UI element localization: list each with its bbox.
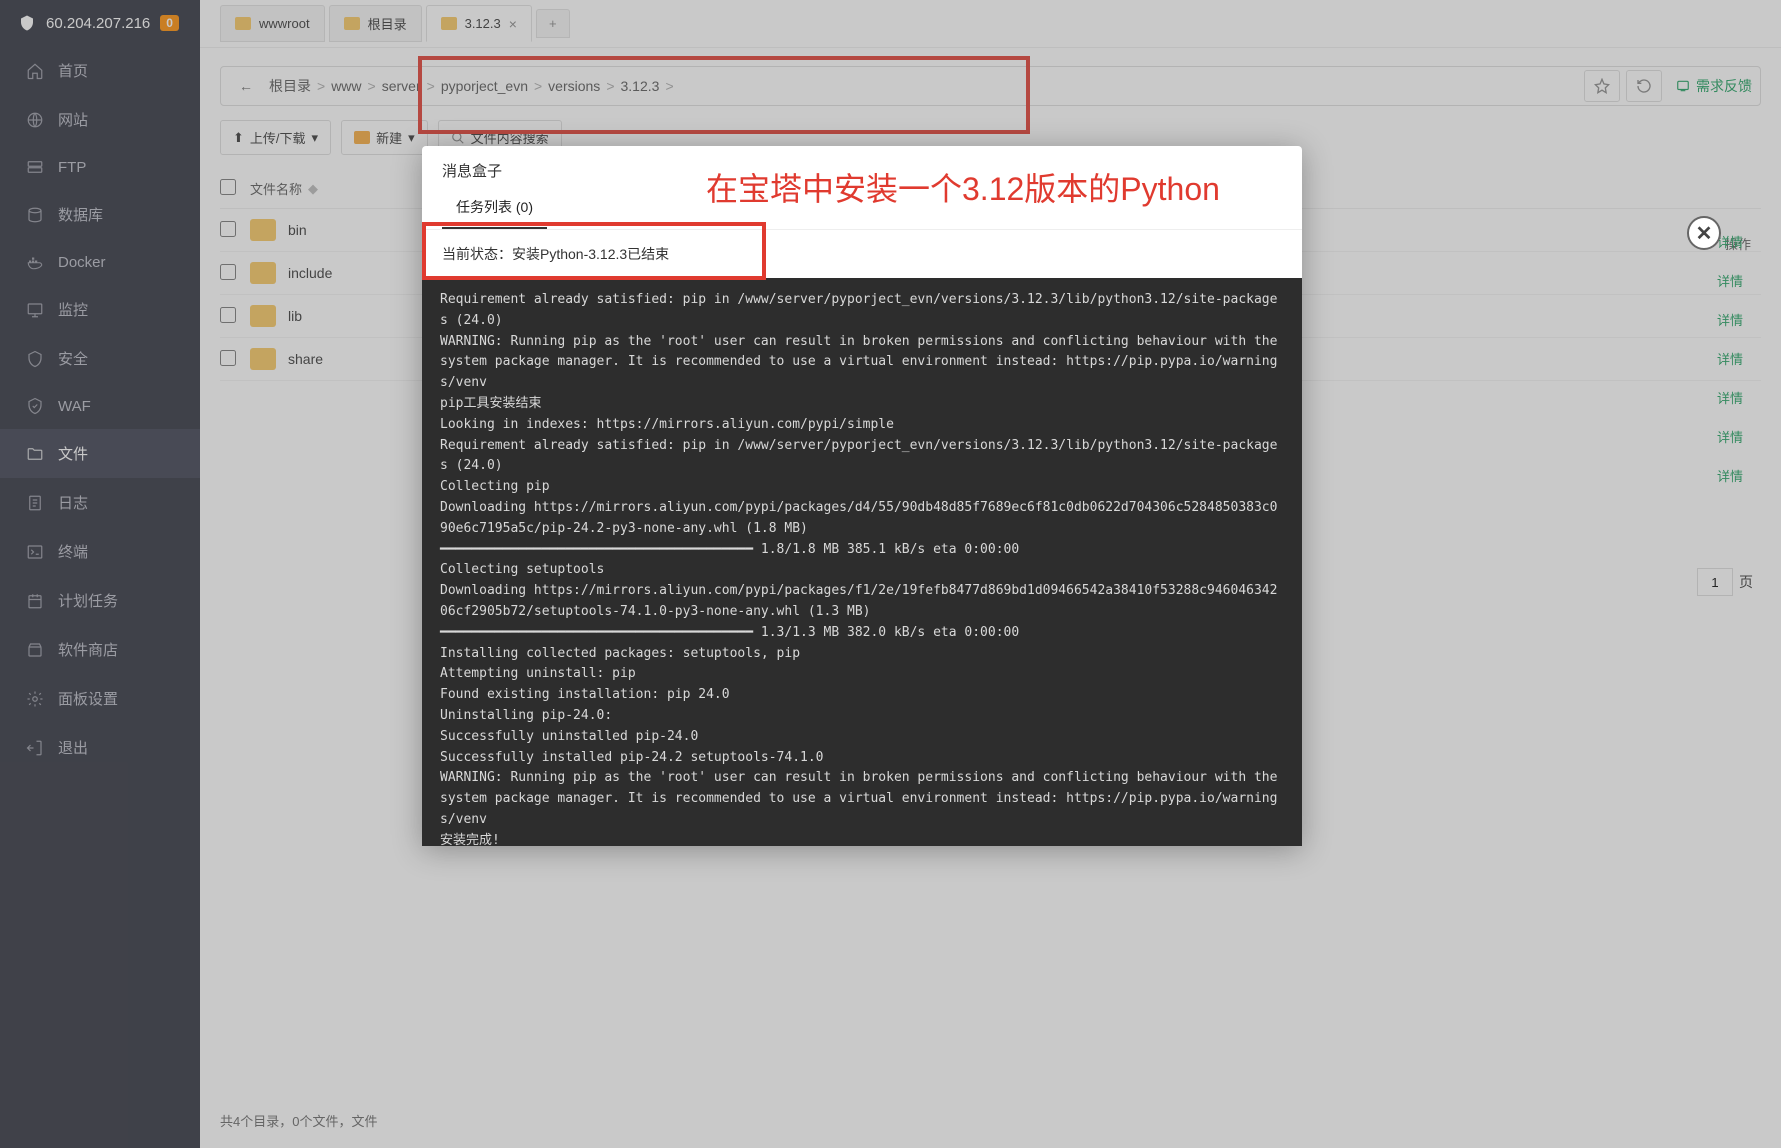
annotation-text: 在宝塔中安装一个3.12版本的Python (706, 164, 1220, 210)
install-status: 当前状态：安装Python-3.12.3已结束 (422, 230, 1302, 278)
modal-tab-tasks[interactable]: 任务列表 (0) (442, 187, 547, 229)
terminal-output: Requirement already satisfied: pip in /w… (422, 278, 1302, 846)
modal-close-button[interactable]: ✕ (1687, 216, 1721, 250)
message-box-modal: 消息盒子 任务列表 (0) 当前状态：安装Python-3.12.3已结束 Re… (422, 146, 1302, 846)
